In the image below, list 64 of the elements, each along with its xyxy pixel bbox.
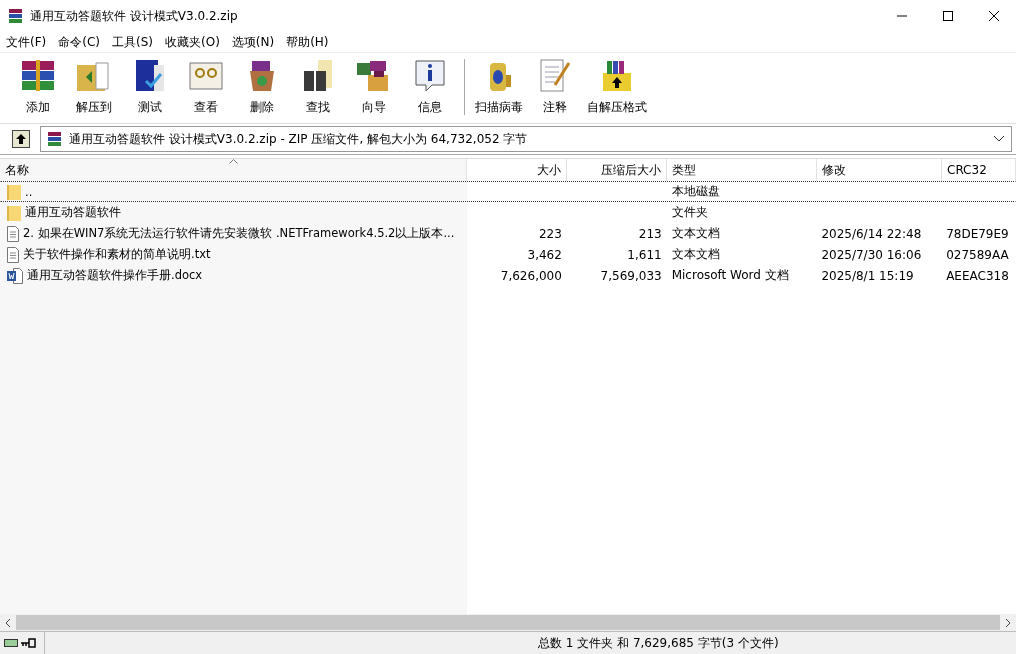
key-icon[interactable] bbox=[20, 638, 36, 648]
toolbar-button[interactable]: 测试 bbox=[124, 57, 176, 116]
file-name[interactable]: 通用互动答题软件 bbox=[25, 205, 121, 220]
table-cell: 本地磁盘 bbox=[671, 183, 720, 200]
table-cell: 文本文档 bbox=[671, 225, 720, 242]
toolbar-button[interactable]: 信息 bbox=[404, 57, 456, 116]
file-name[interactable]: .. bbox=[25, 184, 33, 199]
books-icon bbox=[47, 131, 63, 147]
table-cell: 2025/7/30 16:06 bbox=[821, 247, 922, 262]
horizontal-scrollbar[interactable] bbox=[0, 614, 1016, 631]
document-icon bbox=[7, 246, 19, 263]
toolbar-button[interactable]: 扫描病毒 bbox=[473, 57, 525, 116]
up-arrow-icon bbox=[15, 133, 27, 145]
up-folder-button[interactable] bbox=[12, 130, 30, 148]
table-cell: Microsoft Word 文档 bbox=[671, 267, 789, 284]
table-cell: 213 bbox=[638, 226, 662, 241]
toolbar-button[interactable]: 向导 bbox=[348, 57, 400, 116]
file-name[interactable]: 2. 如果在WIN7系统无法运行软件请先安装微软 .NETFramework4.5.2以上版本... bbox=[23, 226, 455, 241]
table-cell: 3,462 bbox=[527, 247, 562, 262]
column-header[interactable]: 大小 bbox=[467, 159, 567, 181]
menu-item[interactable]: 命令(C) bbox=[58, 33, 100, 51]
close-icon[interactable] bbox=[988, 10, 1000, 22]
table-cell: 文本文档 bbox=[671, 246, 720, 263]
table-cell: 2025/6/14 22:48 bbox=[821, 226, 922, 241]
table-cell: 7,569,033 bbox=[600, 268, 662, 283]
table-cell: AEEAC318 bbox=[946, 268, 1009, 283]
column-header[interactable]: 修改 bbox=[817, 159, 942, 181]
scroll-left-icon[interactable] bbox=[4, 617, 12, 628]
column-header[interactable]: CRC32 bbox=[942, 159, 1016, 181]
toolbar-button[interactable]: 查找 bbox=[292, 57, 344, 116]
table-cell: 7,626,000 bbox=[500, 268, 562, 283]
menu-item[interactable]: 帮助(H) bbox=[286, 33, 329, 51]
chevron-down-icon bbox=[993, 135, 1005, 143]
table-cell: 223 bbox=[538, 226, 562, 241]
toolbar-button[interactable]: 解压到 bbox=[68, 57, 120, 116]
table-cell: 1,611 bbox=[627, 247, 662, 262]
table-cell: 2025/8/1 15:19 bbox=[821, 268, 914, 283]
maximize-icon[interactable] bbox=[942, 10, 954, 22]
toolbar-button[interactable]: 删除 bbox=[236, 57, 288, 116]
toolbar-button[interactable]: 查看 bbox=[180, 57, 232, 116]
address-dropdown[interactable]: 通用互动答题软件 设计模式V3.0.2.zip - ZIP 压缩文件, 解包大小为 64,732,052 字节 bbox=[40, 126, 1012, 152]
sort-ascending-icon bbox=[229, 159, 238, 164]
file-name[interactable]: 通用互动答题软件操作手册.docx bbox=[27, 268, 203, 283]
books-icon bbox=[8, 8, 24, 24]
toolbar-button[interactable]: 添加 bbox=[12, 57, 64, 116]
table-cell: 78DE79E9 bbox=[946, 226, 1009, 241]
column-header[interactable]: 名称 bbox=[0, 159, 467, 181]
document-icon bbox=[7, 225, 19, 242]
menu-item[interactable]: 工具(S) bbox=[112, 33, 153, 51]
status-text: 总数 1 文件夹 和 7,629,685 字节(3 个文件) bbox=[538, 634, 779, 652]
table-cell: 文件夹 bbox=[671, 204, 708, 221]
file-name[interactable]: 关于软件操作和素材的简单说明.txt bbox=[23, 247, 211, 262]
column-header[interactable]: 压缩后大小 bbox=[567, 159, 667, 181]
menu-item[interactable]: 选项(N) bbox=[231, 33, 275, 51]
drive-icon[interactable] bbox=[4, 638, 18, 648]
scroll-right-icon[interactable] bbox=[1004, 617, 1012, 628]
menu-item[interactable]: 收藏夹(O) bbox=[165, 33, 220, 51]
table-cell: 027589AA bbox=[946, 247, 1009, 262]
menu-item[interactable]: 文件(F) bbox=[6, 33, 47, 51]
toolbar-button[interactable]: 注释 bbox=[529, 57, 581, 116]
toolbar-button[interactable]: 自解压格式 bbox=[585, 57, 649, 116]
column-header[interactable]: 类型 bbox=[667, 159, 817, 181]
word-document-icon bbox=[7, 267, 23, 284]
window-title: 通用互动答题软件 设计模式V3.0.2.zip bbox=[30, 7, 238, 25]
